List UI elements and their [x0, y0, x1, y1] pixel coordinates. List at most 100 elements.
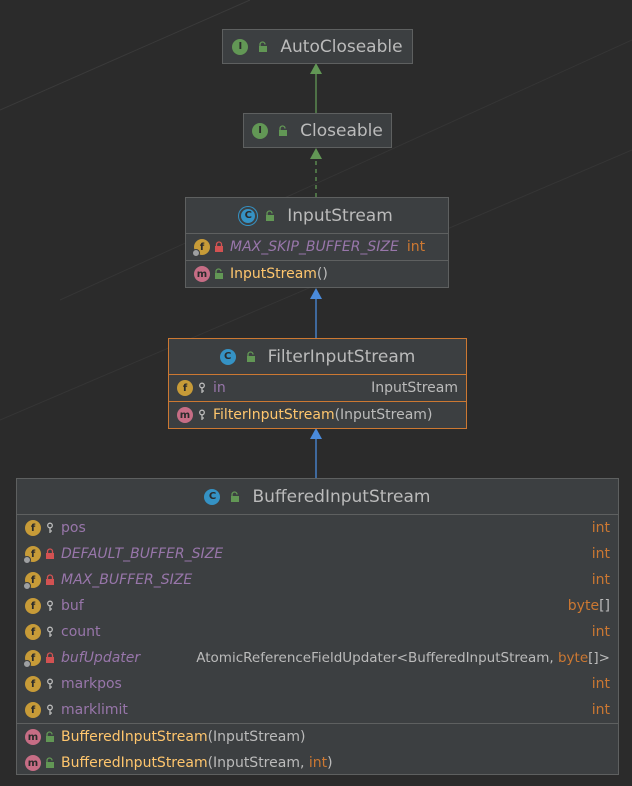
private-lock-icon: [46, 548, 54, 559]
public-lock-icon: [266, 209, 275, 221]
class-icon: C: [219, 348, 236, 365]
field-name: MAX_BUFFER_SIZE: [61, 572, 193, 588]
private-lock-icon: [215, 241, 223, 252]
method-params: (): [316, 266, 328, 282]
field-name: marklimit: [61, 702, 128, 718]
method-icon: m: [194, 266, 210, 282]
field-row[interactable]: f marklimit int: [17, 697, 618, 723]
field-type: InputStream: [371, 380, 458, 396]
field-type: int: [591, 676, 610, 692]
public-lock-icon: [231, 490, 240, 502]
field-type: byte[]: [567, 598, 610, 614]
public-lock-icon: [46, 731, 54, 742]
method-name: InputStream: [230, 266, 317, 282]
static-field-icon: f: [23, 572, 41, 590]
field-icon: f: [25, 624, 41, 640]
method-params: (InputStream): [334, 407, 433, 423]
method-row[interactable]: m BufferedInputStream (InputStream): [17, 724, 618, 750]
field-icon: f: [25, 598, 41, 614]
method-row[interactable]: m BufferedInputStream (InputStream, int): [17, 750, 618, 776]
static-field-icon: f: [192, 239, 210, 257]
public-lock-icon: [46, 757, 54, 768]
field-icon: f: [25, 520, 41, 536]
node-title: AutoCloseable: [280, 36, 403, 57]
bufferedinputstream-node[interactable]: C BufferedInputStream f pos int f DEFAUL…: [16, 478, 619, 775]
field-type: AtomicReferenceFieldUpdater<BufferedInpu…: [196, 650, 610, 666]
protected-key-icon: [199, 409, 205, 420]
methods-section: m FilterInputStream (InputStream): [169, 401, 466, 428]
field-row[interactable]: f count int: [17, 619, 618, 645]
protected-key-icon: [199, 382, 205, 393]
node-title: BufferedInputStream: [252, 486, 431, 507]
field-type: int: [406, 239, 426, 255]
field-name: count: [61, 624, 101, 640]
filterinputstream-node[interactable]: C FilterInputStream f in InputStream m F…: [168, 338, 467, 429]
field-row[interactable]: f bufUpdater AtomicReferenceFieldUpdater…: [17, 645, 618, 671]
method-params: (InputStream, int): [207, 755, 333, 771]
protected-key-icon: [47, 522, 53, 533]
field-type: int: [591, 520, 610, 536]
public-lock-icon: [215, 268, 223, 279]
field-row[interactable]: f MAX_SKIP_BUFFER_SIZE int: [186, 234, 448, 260]
field-type: int: [591, 702, 610, 718]
class-icon: C: [204, 488, 221, 505]
field-name: MAX_SKIP_BUFFER_SIZE: [230, 239, 399, 255]
public-lock-icon: [279, 124, 288, 136]
field-name: DEFAULT_BUFFER_SIZE: [61, 546, 224, 562]
method-name: FilterInputStream: [213, 407, 335, 423]
method-row[interactable]: m FilterInputStream (InputStream): [169, 402, 466, 428]
field-icon: f: [25, 702, 41, 718]
method-params: (InputStream): [207, 729, 306, 745]
protected-key-icon: [47, 678, 53, 689]
methods-section: m InputStream(): [186, 260, 448, 287]
closeable-to-autocloseable-arrow: [310, 63, 322, 113]
inputstream-node[interactable]: C InputStream f MAX_SKIP_BUFFER_SIZE int…: [185, 197, 449, 288]
field-row[interactable]: f buf byte[]: [17, 593, 618, 619]
fields-section: f pos int f DEFAULT_BUFFER_SIZE int f MA…: [17, 514, 618, 723]
field-name: pos: [61, 520, 86, 536]
private-lock-icon: [46, 652, 54, 663]
method-icon: m: [177, 407, 193, 423]
field-name: in: [213, 380, 226, 396]
field-row[interactable]: f DEFAULT_BUFFER_SIZE int: [17, 541, 618, 567]
field-row[interactable]: f MAX_BUFFER_SIZE int: [17, 567, 618, 593]
field-icon: f: [177, 380, 193, 396]
fields-section: f in InputStream: [169, 374, 466, 401]
interface-icon: I: [252, 122, 269, 139]
static-field-icon: f: [23, 546, 41, 564]
static-field-icon: f: [23, 650, 41, 668]
node-title: FilterInputStream: [267, 346, 416, 367]
closeable-node[interactable]: I Closeable: [243, 113, 392, 148]
method-icon: m: [25, 729, 41, 745]
field-row[interactable]: f pos int: [17, 515, 618, 541]
field-row[interactable]: f in InputStream: [169, 375, 466, 401]
field-name: buf: [61, 598, 84, 614]
bufferedinputstream-extends-filterinputstream-arrow: [310, 428, 322, 478]
field-name: bufUpdater: [61, 650, 141, 666]
protected-key-icon: [47, 600, 53, 611]
abstract-class-icon: C: [241, 208, 256, 223]
field-type: int: [591, 546, 610, 562]
field-type: int: [591, 572, 610, 588]
protected-key-icon: [47, 704, 53, 715]
method-name: BufferedInputStream: [61, 755, 208, 771]
methods-section: m BufferedInputStream (InputStream) m Buf…: [17, 723, 618, 776]
protected-key-icon: [47, 626, 53, 637]
field-icon: f: [25, 676, 41, 692]
interface-icon: I: [232, 38, 249, 55]
private-lock-icon: [46, 574, 54, 585]
method-icon: m: [25, 755, 41, 771]
public-lock-icon: [246, 350, 255, 362]
field-name: markpos: [61, 676, 122, 692]
node-title: InputStream: [287, 205, 393, 226]
field-type: int: [591, 624, 610, 640]
fields-section: f MAX_SKIP_BUFFER_SIZE int: [186, 233, 448, 260]
public-lock-icon: [259, 40, 268, 52]
filterinputstream-extends-inputstream-arrow: [310, 288, 322, 338]
field-row[interactable]: f markpos int: [17, 671, 618, 697]
node-title: Closeable: [300, 120, 383, 141]
autocloseable-node[interactable]: I AutoCloseable: [222, 29, 413, 64]
method-name: BufferedInputStream: [61, 729, 208, 745]
inputstream-implements-closeable-arrow: [310, 148, 322, 197]
method-row[interactable]: m InputStream(): [186, 261, 448, 287]
